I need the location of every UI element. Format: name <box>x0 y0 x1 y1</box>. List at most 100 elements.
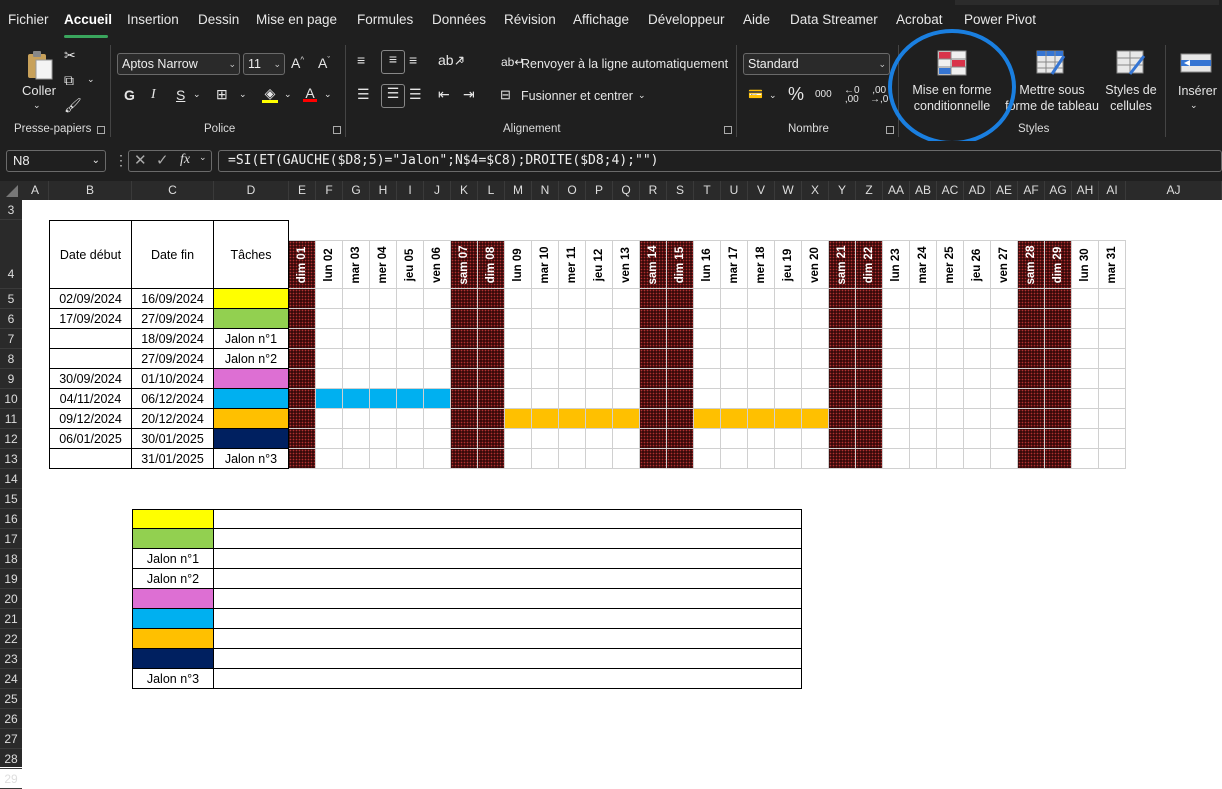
gantt-cell[interactable] <box>937 389 964 409</box>
gantt-cell[interactable] <box>640 329 667 349</box>
gantt-cell[interactable] <box>451 309 478 329</box>
enter-icon[interactable]: ✓ <box>156 151 169 169</box>
gantt-cell[interactable] <box>721 289 748 309</box>
gantt-cell[interactable] <box>883 309 910 329</box>
underline-button[interactable]: S <box>176 87 185 103</box>
gantt-cell[interactable] <box>694 389 721 409</box>
gantt-cell[interactable] <box>667 309 694 329</box>
row-header-3[interactable]: 3 <box>0 200 22 220</box>
gantt-cell[interactable] <box>748 409 775 429</box>
gantt-cell[interactable] <box>640 429 667 449</box>
gantt-cell[interactable] <box>316 449 343 469</box>
decrease-font-icon[interactable]: Aˇ <box>318 55 330 71</box>
col-header-aa[interactable]: AA <box>883 181 910 200</box>
gantt-cell[interactable] <box>586 449 613 469</box>
gantt-cell[interactable] <box>1099 349 1126 369</box>
gantt-cell[interactable] <box>1072 289 1099 309</box>
gantt-cell[interactable] <box>694 309 721 329</box>
col-header-p[interactable]: P <box>586 181 613 200</box>
gantt-cell[interactable] <box>667 329 694 349</box>
select-all-corner[interactable] <box>0 181 22 200</box>
gantt-cell[interactable] <box>775 449 802 469</box>
col-header-m[interactable]: M <box>505 181 532 200</box>
legend-description[interactable] <box>214 669 802 689</box>
gantt-cell[interactable] <box>586 309 613 329</box>
gantt-cell[interactable] <box>343 329 370 349</box>
gantt-cell[interactable] <box>964 429 991 449</box>
gantt-cell[interactable] <box>748 369 775 389</box>
gantt-cell[interactable] <box>694 329 721 349</box>
gantt-cell[interactable] <box>505 349 532 369</box>
gantt-cell[interactable] <box>829 449 856 469</box>
gantt-cell[interactable] <box>289 369 316 389</box>
gantt-cell[interactable] <box>1099 329 1126 349</box>
col-header-ag[interactable]: AG <box>1045 181 1072 200</box>
gantt-cell[interactable] <box>316 369 343 389</box>
paste-icon[interactable] <box>24 50 56 80</box>
gantt-cell[interactable] <box>802 289 829 309</box>
gantt-cell[interactable] <box>667 429 694 449</box>
gantt-cell[interactable] <box>505 429 532 449</box>
gantt-cell[interactable] <box>991 329 1018 349</box>
gantt-cell[interactable] <box>1045 449 1072 469</box>
tab-dessin[interactable]: Dessin <box>198 12 239 27</box>
row-header-23[interactable]: 23 <box>0 649 22 669</box>
gantt-cell[interactable] <box>343 369 370 389</box>
chevron-down-icon[interactable]: ⌄ <box>33 100 41 111</box>
gantt-cell[interactable] <box>910 369 937 389</box>
gantt-cell[interactable] <box>694 369 721 389</box>
legend-description[interactable] <box>214 509 802 529</box>
gantt-cell[interactable] <box>505 309 532 329</box>
gantt-cell[interactable] <box>478 389 505 409</box>
gantt-cell[interactable] <box>424 309 451 329</box>
tab-formules[interactable]: Formules <box>357 12 413 27</box>
gantt-cell[interactable] <box>883 289 910 309</box>
gantt-cell[interactable] <box>586 369 613 389</box>
gantt-cell[interactable] <box>613 389 640 409</box>
col-header-af[interactable]: AF <box>1018 181 1045 200</box>
col-header-n[interactable]: N <box>532 181 559 200</box>
row-header-8[interactable]: 8 <box>0 349 22 369</box>
gantt-cell[interactable] <box>1072 309 1099 329</box>
gantt-cell[interactable] <box>613 329 640 349</box>
gantt-cell[interactable] <box>964 349 991 369</box>
gantt-cell[interactable] <box>1018 329 1045 349</box>
align-center-icon[interactable]: ☰ <box>381 84 405 108</box>
gantt-cell[interactable] <box>964 329 991 349</box>
gantt-cell[interactable] <box>532 369 559 389</box>
legend-description[interactable] <box>214 649 802 669</box>
cell-styles-button[interactable]: Styles de cellules <box>1103 82 1159 114</box>
gantt-cell[interactable] <box>1018 449 1045 469</box>
gantt-cell[interactable] <box>829 429 856 449</box>
row-header-4[interactable]: 4 <box>0 220 22 289</box>
gantt-cell[interactable] <box>478 449 505 469</box>
chevron-down-icon[interactable]: ⌄ <box>769 90 777 101</box>
fill-color-icon[interactable]: ◈ <box>262 85 278 103</box>
increase-indent-icon[interactable]: ⇥ <box>463 86 475 103</box>
row-header-7[interactable]: 7 <box>0 329 22 349</box>
gantt-cell[interactable] <box>1045 329 1072 349</box>
gantt-cell[interactable] <box>316 289 343 309</box>
row-header-25[interactable]: 25 <box>0 689 22 709</box>
gantt-cell[interactable] <box>775 389 802 409</box>
gantt-cell[interactable] <box>397 449 424 469</box>
gantt-cell[interactable] <box>991 449 1018 469</box>
gantt-cell[interactable] <box>721 369 748 389</box>
gantt-cell[interactable] <box>721 309 748 329</box>
gantt-cell[interactable] <box>1099 389 1126 409</box>
col-header-c[interactable]: C <box>132 181 214 200</box>
gantt-cell[interactable] <box>910 289 937 309</box>
tab-d-veloppeur[interactable]: Développeur <box>648 12 725 27</box>
gantt-cell[interactable] <box>316 389 343 409</box>
row-header-5[interactable]: 5 <box>0 289 22 309</box>
gantt-cell[interactable] <box>289 449 316 469</box>
gantt-cell[interactable] <box>424 389 451 409</box>
gantt-cell[interactable] <box>910 329 937 349</box>
col-header-aj[interactable]: AJ <box>1126 181 1222 200</box>
col-header-ac[interactable]: AC <box>937 181 964 200</box>
col-header-j[interactable]: J <box>424 181 451 200</box>
chevron-down-icon[interactable]: ⌄ <box>458 55 466 66</box>
gantt-cell[interactable] <box>424 449 451 469</box>
gantt-cell[interactable] <box>1045 309 1072 329</box>
gantt-cell[interactable] <box>613 449 640 469</box>
